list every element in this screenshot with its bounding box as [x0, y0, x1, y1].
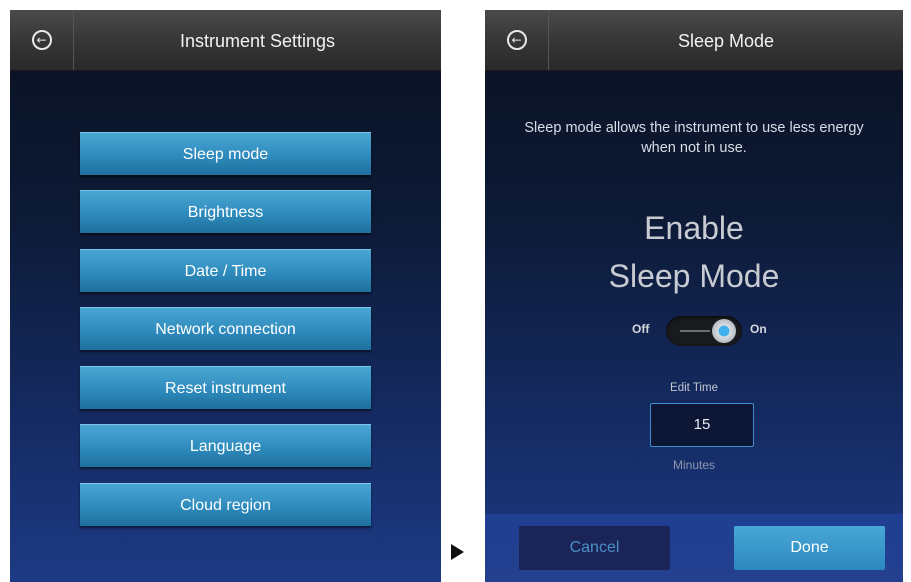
sleep-mode-toggle[interactable]	[666, 316, 742, 346]
back-button[interactable]: ←	[10, 10, 74, 70]
sleep-mode-description: Sleep mode allows the instrument to use …	[524, 120, 864, 156]
sleep-mode-screen: ← Sleep Mode Sleep mode allows the instr…	[485, 10, 903, 582]
back-arrow-icon: ←	[506, 30, 527, 50]
language-button[interactable]: Language	[80, 424, 371, 467]
footer-bar: Cancel Done	[485, 514, 903, 582]
edit-time-label: Edit Time	[670, 382, 718, 394]
page-title: Instrument Settings	[179, 31, 336, 51]
back-arrow-icon: ←	[31, 30, 52, 50]
title-bar: ← Sleep Mode	[485, 10, 903, 71]
toggle-on-label: On	[750, 322, 767, 336]
enable-heading: Enable	[644, 210, 744, 246]
date-time-button[interactable]: Date / Time	[80, 249, 371, 292]
back-button[interactable]: ←	[485, 10, 549, 70]
reset-instrument-button[interactable]: Reset instrument	[80, 366, 371, 409]
cloud-region-button[interactable]: Cloud region	[80, 483, 371, 526]
title-bar: ← Instrument Settings	[10, 10, 441, 71]
cancel-button[interactable]: Cancel	[519, 526, 670, 570]
done-button[interactable]: Done	[734, 526, 885, 570]
sleep-mode-button[interactable]: Sleep mode	[80, 132, 371, 175]
sleep-mode-toggle-row: Off On	[485, 316, 903, 346]
toggle-knob[interactable]	[712, 319, 736, 343]
minutes-label: Minutes	[672, 458, 716, 472]
sleep-mode-heading: Sleep Mode	[608, 258, 780, 294]
play-arrow-icon	[451, 544, 464, 560]
page-title: Sleep Mode	[677, 31, 775, 51]
toggle-line	[680, 330, 710, 332]
time-input[interactable]: 15	[650, 403, 754, 447]
network-connection-button[interactable]: Network connection	[80, 307, 371, 350]
instrument-settings-screen: ← Instrument Settings Sleep mode Brightn…	[10, 10, 441, 582]
brightness-button[interactable]: Brightness	[80, 190, 371, 233]
toggle-off-label: Off	[632, 322, 650, 336]
